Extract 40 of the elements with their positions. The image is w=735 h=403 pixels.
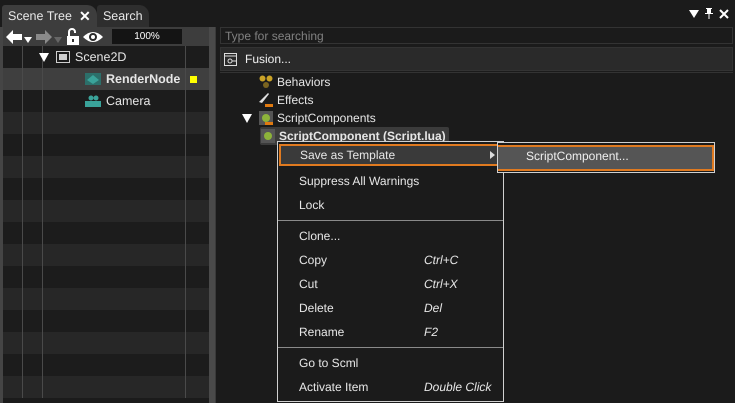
tree-item[interactable]: Behaviors (258, 73, 334, 91)
tree-item[interactable]: Effects (258, 91, 316, 109)
camera-icon (85, 95, 101, 107)
script-icon (259, 111, 273, 125)
eye-icon[interactable] (82, 30, 104, 42)
dropdown-icon[interactable] (689, 10, 699, 18)
expand-arrow-icon[interactable] (242, 114, 252, 122)
tree-item[interactable]: ScriptComponents (258, 109, 379, 127)
script-icon (261, 129, 275, 143)
menu-item[interactable]: Suppress All Warnings (278, 169, 503, 193)
tree-label: RenderNode (106, 72, 180, 86)
panel-tab[interactable]: Scene Tree ✕ (2, 5, 97, 27)
pin-icon[interactable] (705, 8, 713, 19)
gears-icon (259, 75, 273, 89)
menu-item[interactable]: Rename F2 (278, 320, 503, 344)
component-icon (224, 52, 237, 66)
close-icon[interactable]: ✕ (78, 8, 91, 24)
expand-arrow-icon[interactable] (39, 52, 49, 62)
menu-item[interactable]: Lock (278, 193, 503, 217)
zoom-field[interactable]: 100% (112, 29, 182, 44)
tree-label: Camera (106, 94, 150, 108)
frame-icon (56, 51, 70, 63)
fusion-button[interactable]: Fusion... (220, 47, 733, 71)
menu-item[interactable]: ScriptComponent... (498, 145, 714, 171)
menu-item[interactable]: Activate Item Double Click (278, 375, 503, 399)
menu-item[interactable]: Delete Del (278, 296, 503, 320)
brush-icon (259, 93, 273, 107)
close-icon[interactable] (719, 8, 729, 18)
search-field[interactable]: Type for searching (220, 27, 733, 44)
tree-label: Scene2D (75, 50, 126, 64)
dropdown-icon[interactable] (24, 36, 32, 42)
menu-item[interactable]: Clone... (278, 224, 503, 248)
tree-row[interactable]: RenderNode (3, 68, 209, 90)
menu-item[interactable]: Copy Ctrl+C (278, 248, 503, 272)
unlocked-padlock-icon[interactable] (66, 28, 80, 45)
back-arrow-icon[interactable] (6, 30, 22, 44)
panel-tab[interactable]: Search (96, 5, 149, 27)
menu-item[interactable]: Cut Ctrl+X (278, 272, 503, 296)
menu-item[interactable]: Go to Scml (278, 351, 503, 375)
layer-icon (85, 73, 101, 85)
